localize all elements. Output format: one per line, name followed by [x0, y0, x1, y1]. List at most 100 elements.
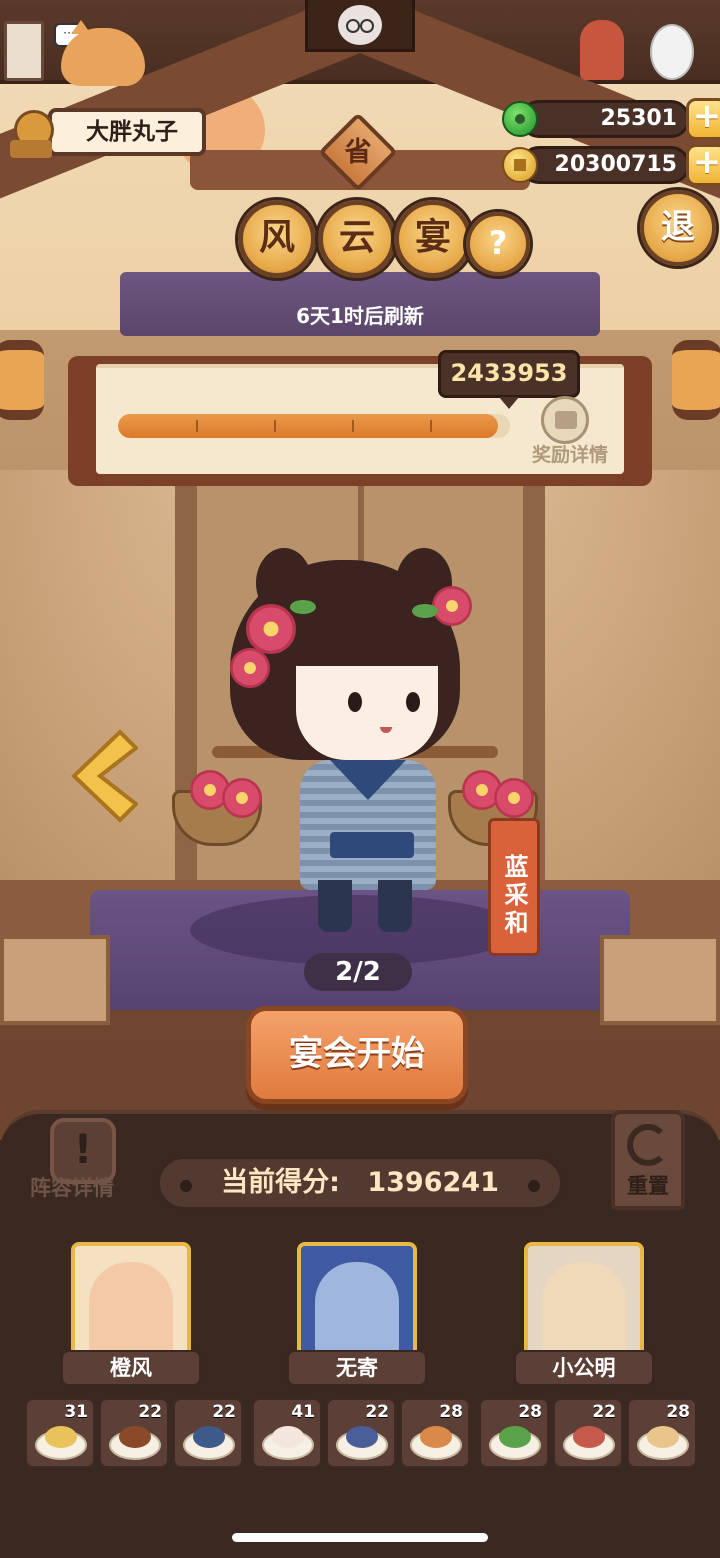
team-member-card[interactable] — [71, 1242, 191, 1362]
hair-flower — [432, 586, 472, 626]
home-indicator[interactable] — [232, 1533, 488, 1542]
lantern-right — [672, 340, 720, 420]
score-progress-bar — [118, 414, 510, 438]
reset-label: 重置 — [627, 1174, 669, 1198]
jade-currency: 25301 + — [502, 96, 720, 142]
dish-slot[interactable]: 22 — [553, 1398, 623, 1468]
start-banquet-button[interactable]: 宴会开始 — [246, 1006, 468, 1104]
bench-right — [600, 935, 720, 1025]
reward-details-button[interactable]: 奖励详情 — [524, 440, 616, 467]
basket-flower — [494, 778, 534, 818]
current-score-value: 1396241 — [367, 1167, 499, 1198]
basket-flower — [222, 778, 262, 818]
target-score-bubble: 2433953 — [438, 350, 580, 409]
score-progress-fill — [118, 414, 499, 438]
progress-tick — [196, 420, 198, 432]
progress-tick — [352, 420, 354, 432]
dish-slot[interactable]: 28 — [400, 1398, 470, 1468]
province-label: 省 — [344, 137, 372, 168]
previous-character-arrow-icon[interactable] — [70, 728, 138, 824]
npc-person-icon — [574, 18, 630, 82]
recycle-icon — [627, 1124, 669, 1166]
right-curtain — [520, 470, 720, 930]
dish-count: 41 — [291, 1402, 315, 1422]
food-icon — [420, 1426, 452, 1448]
team-member-name: 小公明 — [514, 1350, 654, 1386]
progress-tick — [430, 420, 432, 432]
dish-slot[interactable]: 22 — [99, 1398, 169, 1468]
hair-flower — [246, 604, 296, 654]
left-curtain — [0, 470, 200, 930]
player-avatar[interactable] — [8, 104, 54, 160]
dish-count: 31 — [64, 1402, 88, 1422]
team-member-card[interactable] — [297, 1242, 417, 1362]
character-name-tag: 蓝采和 — [488, 818, 540, 956]
player-name: 大胖丸子 — [48, 108, 206, 156]
coin-currency: 20300715 + — [502, 142, 720, 188]
lineup-details-button[interactable]: ! 阵容详情 — [14, 1118, 126, 1208]
dish-count: 28 — [518, 1402, 542, 1422]
team-member-card[interactable] — [524, 1242, 644, 1362]
hair-leaf — [412, 604, 438, 618]
team-member-name: 橙风 — [61, 1350, 201, 1386]
coin-amount: 20300715 — [520, 146, 690, 184]
dish-count: 22 — [592, 1402, 616, 1422]
title-char-yan: 宴 — [394, 200, 472, 278]
add-jade-button[interactable]: + — [686, 98, 720, 140]
character-leg — [378, 880, 412, 932]
hero-portrait — [89, 1262, 173, 1358]
current-score-bar: 当前得分: 1396241 — [157, 1156, 563, 1210]
current-score-label: 当前得分: — [221, 1167, 340, 1198]
npc-cat-icon — [642, 22, 702, 82]
gift-icon[interactable] — [541, 396, 589, 444]
progress-tick — [274, 420, 276, 432]
exit-button[interactable]: 退 — [640, 190, 716, 266]
hero-portrait — [315, 1262, 399, 1358]
team-member-name: 无寄 — [287, 1350, 427, 1386]
hair-flower — [230, 648, 270, 688]
chef-face-icon — [338, 4, 382, 45]
dish-count: 28 — [439, 1402, 463, 1422]
reset-button[interactable]: 重置 — [611, 1110, 685, 1210]
dish-slot[interactable]: 31 — [25, 1398, 95, 1468]
game-scene: ··· 大胖丸子 25301 + 20300715 + 省 风 云 宴 ? 退 … — [0, 0, 720, 1558]
character-eye — [348, 692, 362, 712]
refresh-countdown: 6天1时后刷新 — [296, 304, 424, 328]
food-icon — [193, 1426, 225, 1448]
dish-slot[interactable]: 28 — [627, 1398, 697, 1468]
character-sash — [330, 832, 414, 858]
food-icon — [499, 1426, 531, 1448]
jade-amount: 25301 — [520, 100, 690, 138]
dish-slot[interactable]: 22 — [326, 1398, 396, 1468]
food-icon — [119, 1426, 151, 1448]
player-info[interactable]: 大胖丸子 — [8, 104, 206, 160]
add-coin-button[interactable]: + — [686, 144, 720, 186]
dish-slot[interactable]: 41 — [252, 1398, 322, 1468]
dish-slot[interactable]: 22 — [173, 1398, 243, 1468]
lantern-left — [0, 340, 44, 420]
food-icon — [346, 1426, 378, 1448]
dish-slot[interactable]: 28 — [479, 1398, 549, 1468]
jade-icon — [502, 101, 538, 137]
title-char-yun: 云 — [318, 200, 396, 278]
score-bar-dot — [180, 1180, 192, 1192]
dish-count: 22 — [365, 1402, 389, 1422]
character-pager: 2/2 — [304, 953, 412, 991]
bench-left — [0, 935, 110, 1025]
character-leg — [318, 880, 352, 932]
dish-count: 22 — [212, 1402, 236, 1422]
hero-portrait — [542, 1262, 626, 1358]
food-icon — [272, 1426, 304, 1448]
score-bar-dot — [528, 1180, 540, 1192]
title-char-feng: 风 — [238, 200, 316, 278]
dish-count: 28 — [666, 1402, 690, 1422]
scroll-sign-icon — [0, 18, 48, 84]
top-center-portrait[interactable] — [305, 0, 415, 52]
food-icon — [647, 1426, 679, 1448]
coin-icon — [502, 147, 538, 183]
hair-leaf — [290, 600, 316, 614]
lineup-details-label: 阵容详情 — [30, 1176, 114, 1200]
food-icon — [573, 1426, 605, 1448]
cat-mascot-icon — [48, 20, 158, 86]
help-button[interactable]: ? — [466, 212, 530, 276]
